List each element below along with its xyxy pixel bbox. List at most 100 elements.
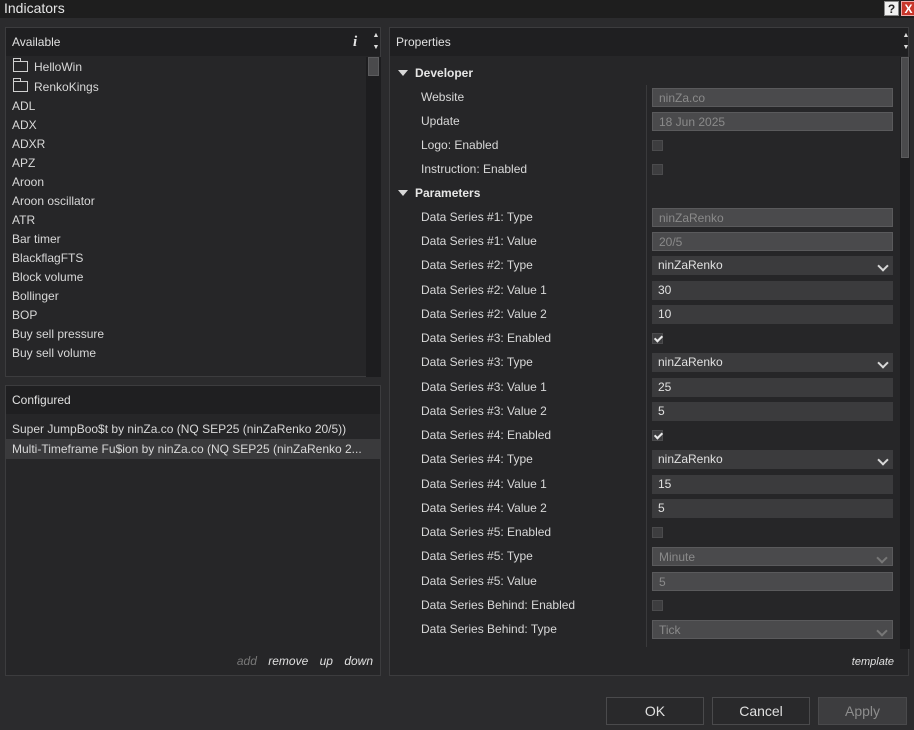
help-button[interactable]: ? [884,1,899,16]
property-select[interactable]: ninZaRenko [652,353,893,372]
list-item-label: Aroon oscillator [12,194,95,208]
scroll-up-arrow-icon[interactable]: ▲ [370,30,382,42]
list-item[interactable]: Bar timer [6,230,366,249]
category-title: Developer [415,66,474,80]
list-item-label: Bar timer [12,232,61,246]
available-scrollbar-thumb[interactable] [368,57,379,76]
property-label: Data Series #4: Enabled [421,428,552,442]
scroll-down-arrow-icon[interactable]: ▼ [370,42,382,54]
apply-button[interactable]: Apply [818,697,907,725]
list-item[interactable]: Block volume [6,268,366,287]
property-input: 5 [652,572,893,591]
list-item-label: APZ [12,156,36,170]
list-item[interactable]: ATR [6,211,366,230]
property-select[interactable]: ninZaRenko [652,450,893,469]
property-row: Logo: Enabled [390,133,900,157]
property-checkbox[interactable] [652,140,663,151]
property-input[interactable]: 30 [652,281,893,300]
properties-scrollbar[interactable] [900,57,910,649]
close-button[interactable]: X [901,1,914,16]
property-row: Instruction: Enabled [390,157,900,181]
property-input[interactable]: 15 [652,475,893,494]
property-input[interactable]: 5 [652,499,893,518]
list-item-label: BOP [12,308,38,322]
property-row: Data Series #4: Value 2 5 [390,496,900,520]
property-input: ninZa.co [652,88,893,107]
props-scroll-down-arrow-icon[interactable]: ▼ [900,42,912,54]
down-link[interactable]: down [344,654,373,668]
folder-item[interactable]: RenkoKings [6,77,366,97]
property-label: Data Series #3: Value 2 [421,404,547,418]
property-checkbox[interactable] [652,333,663,344]
available-list: HelloWin RenkoKings ADL ADX ADXR APZ Aroon Aroo… [6,57,366,377]
up-link[interactable]: up [320,654,333,668]
props-scroll-up-arrow-icon[interactable]: ▲ [900,30,912,42]
property-row: Data Series #2: Value 2 10 [390,302,900,326]
available-panel: Available i ▲ ▼ HelloWin RenkoKings ADL ADX… [5,27,381,377]
property-label: Data Series #4: Type [421,452,533,466]
list-item[interactable]: ADL [6,97,366,116]
list-item-label: ATR [12,213,36,227]
property-input[interactable]: 5 [652,402,893,421]
list-item-label: Buy sell pressure [12,327,105,341]
list-item[interactable]: APZ [6,154,366,173]
property-input: ninZaRenko [652,208,893,227]
collapse-caret-icon[interactable] [398,190,408,196]
available-scrollbar[interactable] [366,57,381,377]
list-item[interactable]: ADX [6,116,366,135]
property-select[interactable]: ninZaRenko [652,256,893,275]
property-row: Data Series Behind: Type Tick [390,617,900,641]
folder-item[interactable]: HelloWin [6,57,366,77]
property-row: Data Series Behind: Enabled [390,593,900,617]
configured-item[interactable]: Super JumpBoo$t by ninZa.co (NQ SEP25 (n… [6,419,380,439]
property-select: Minute [652,547,893,566]
template-link[interactable]: template [852,656,894,668]
property-label: Data Series Behind: Enabled [421,598,576,612]
property-label: Update [421,114,460,128]
list-item[interactable]: Buy sell volume [6,344,366,363]
configured-panel: Configured Super JumpBoo$t by ninZa.co (… [5,385,381,676]
ok-button[interactable]: OK [606,697,704,725]
configured-list: Super JumpBoo$t by ninZa.co (NQ SEP25 (n… [6,419,380,459]
available-header: Available i ▲ ▼ [6,28,380,56]
property-row: Data Series #5: Value 5 [390,569,900,593]
property-label: Data Series #5: Type [421,549,533,563]
configured-item[interactable]: Multi-Timeframe Fu$ion by ninZa.co (NQ S… [6,439,380,459]
category-developer[interactable]: Developer [390,61,473,85]
property-checkbox[interactable] [652,430,663,441]
property-row: Data Series #4: Value 1 15 [390,472,900,496]
property-checkbox[interactable] [652,600,663,611]
collapse-caret-icon[interactable] [398,70,408,76]
info-icon[interactable]: i [353,28,357,56]
list-item[interactable]: Aroon [6,173,366,192]
property-checkbox[interactable] [652,527,663,538]
list-item[interactable]: BlackflagFTS [6,249,366,268]
remove-link[interactable]: remove [268,654,308,668]
property-label: Data Series #4: Value 1 [421,477,547,491]
list-item[interactable]: BOP [6,306,366,325]
property-row: Data Series #5: Enabled [390,520,900,544]
property-input[interactable]: 10 [652,305,893,324]
available-title: Available [12,35,61,49]
list-item[interactable]: Aroon oscillator [6,192,366,211]
add-link[interactable]: add [237,654,257,668]
category-parameters[interactable]: Parameters [390,181,480,205]
list-item-label: BlackflagFTS [12,251,84,265]
list-item-label: RenkoKings [34,80,99,94]
property-input[interactable]: 25 [652,378,893,397]
properties-scrollbar-thumb[interactable] [901,57,909,158]
property-input: 18 Jun 2025 [652,112,893,131]
list-item[interactable]: Bollinger [6,287,366,306]
property-label: Data Series #5: Value [421,574,537,588]
list-item-label: HelloWin [34,60,83,74]
list-item-label: Block volume [12,270,84,284]
property-label: Data Series #2: Value 2 [421,307,547,321]
property-row: Data Series #3: Type ninZaRenko [390,350,900,374]
cancel-button[interactable]: Cancel [712,697,810,725]
property-row: Data Series #5: Type Minute [390,544,900,568]
list-item[interactable]: Buy sell pressure [6,325,366,344]
properties-header: Properties ▲ ▼ [390,28,909,56]
list-item[interactable]: ADXR [6,135,366,154]
list-item-label: ADL [12,99,36,113]
property-checkbox[interactable] [652,164,663,175]
